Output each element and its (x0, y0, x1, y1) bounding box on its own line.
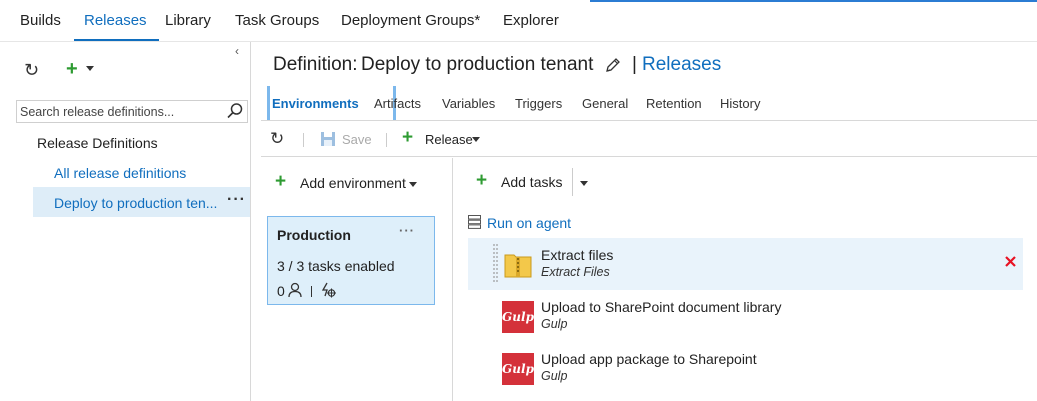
server-icon (468, 215, 481, 229)
drag-handle-icon[interactable] (493, 243, 498, 285)
tab-history[interactable]: History (720, 96, 760, 111)
search-icon[interactable] (226, 102, 244, 120)
releases-link[interactable]: Releases (642, 54, 721, 76)
more-options-icon[interactable]: ··· (227, 191, 246, 209)
new-definition-button[interactable]: + (66, 58, 78, 81)
save-button[interactable]: Save (342, 132, 372, 147)
environments-column: + Add environment Production ··· 3 / 3 t… (261, 158, 453, 401)
environment-card-production[interactable]: Production ··· 3 / 3 tasks enabled 0 (267, 216, 435, 305)
definition-label: Definition: (273, 54, 358, 75)
task-title: Upload to SharePoint document library (541, 299, 782, 315)
toolbar-divider (386, 133, 387, 147)
task-subtitle: Extract Files (541, 265, 610, 279)
trigger-icon[interactable] (321, 282, 336, 298)
approvals-count: 0 (277, 283, 285, 299)
task-item-upload-sharepoint-library[interactable]: Gulp Upload to SharePoint document libra… (468, 290, 1023, 342)
tasks-enabled-count: 3 / 3 tasks enabled (277, 258, 395, 274)
sidebar-item-deploy-production[interactable]: Deploy to production ten... ··· (33, 187, 250, 217)
chevron-down-icon[interactable] (86, 66, 94, 71)
header-separator: | (632, 54, 637, 75)
zip-folder-icon (504, 254, 532, 278)
nav-tab-releases[interactable]: Releases (74, 12, 159, 41)
task-title: Upload app package to Sharepoint (541, 351, 757, 367)
environment-name: Production (277, 227, 351, 243)
chevron-down-icon[interactable] (580, 181, 588, 186)
sidebar-item-all-definitions[interactable]: All release definitions (54, 165, 186, 181)
definition-tabs: Environments Artifacts Variables Trigger… (261, 86, 1037, 121)
nav-tab-explorer[interactable]: Explorer (503, 12, 559, 29)
search-input[interactable] (20, 103, 225, 120)
definition-toolbar: ↻ Save + Release (261, 122, 1037, 157)
top-nav: Builds Releases Library Task Groups Depl… (0, 0, 1037, 42)
more-options-icon[interactable]: ··· (399, 223, 415, 238)
tab-variables[interactable]: Variables (442, 96, 495, 111)
toolbar-divider (572, 168, 573, 196)
tab-general[interactable]: General (582, 96, 628, 111)
run-on-agent-phase[interactable]: Run on agent (487, 215, 571, 231)
pencil-icon[interactable] (604, 57, 621, 74)
add-environment-button[interactable]: Add environment (300, 175, 406, 191)
task-title: Extract files (541, 247, 614, 263)
card-divider (311, 286, 312, 297)
plus-icon: + (476, 170, 488, 191)
task-subtitle: Gulp (541, 369, 568, 383)
nav-tab-builds[interactable]: Builds (20, 12, 61, 29)
chevron-down-icon[interactable] (409, 182, 417, 187)
release-definitions-pane: ‹ ↻ + Release Definitions All release de… (0, 42, 251, 401)
delete-icon[interactable] (1004, 255, 1017, 268)
tab-artifacts[interactable]: Artifacts (374, 96, 421, 111)
refresh-icon[interactable]: ↻ (24, 60, 39, 81)
nav-tab-task-groups[interactable]: Task Groups (235, 12, 319, 29)
sidebar-item-label: Deploy to production ten... (54, 195, 218, 211)
refresh-icon[interactable]: ↻ (270, 129, 284, 149)
plus-icon: + (275, 171, 287, 192)
task-subtitle: Gulp (541, 317, 568, 331)
release-definitions-heading: Release Definitions (37, 135, 158, 151)
tab-triggers[interactable]: Triggers (515, 96, 562, 111)
gulp-icon: Gulp (502, 353, 534, 385)
approver-icon[interactable] (288, 282, 302, 298)
release-button[interactable]: Release (425, 132, 473, 147)
task-item-upload-app-package[interactable]: Gulp Upload app package to Sharepoint Gu… (468, 342, 1023, 394)
task-item-extract-files[interactable]: Extract files Extract Files (468, 238, 1023, 290)
tab-environments[interactable]: Environments (272, 96, 359, 111)
plus-icon: + (402, 127, 414, 148)
chevron-down-icon[interactable] (472, 137, 480, 142)
nav-tab-library[interactable]: Library (165, 12, 211, 29)
save-icon (321, 132, 335, 146)
gulp-icon: Gulp (502, 301, 534, 333)
toolbar-divider (303, 133, 304, 147)
collapse-pane-icon[interactable]: ‹ (235, 44, 239, 58)
tab-retention[interactable]: Retention (646, 96, 702, 111)
search-box (16, 100, 248, 123)
top-accent-line (590, 0, 1037, 2)
add-tasks-button[interactable]: Add tasks (501, 174, 562, 190)
nav-tab-deployment-groups[interactable]: Deployment Groups* (341, 12, 480, 29)
definition-name: Deploy to production tenant (361, 54, 594, 75)
